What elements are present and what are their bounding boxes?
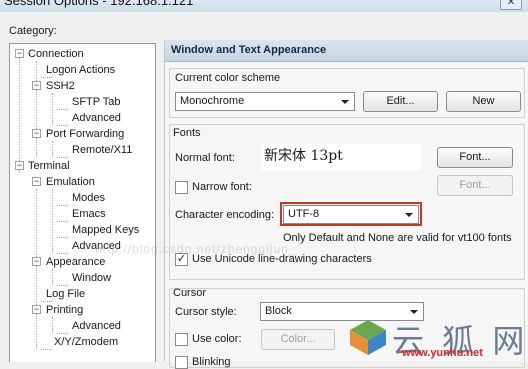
tree-item-remote-x11[interactable]: Remote/X11 (72, 143, 132, 157)
normal-font-sample: 新宋体 13pt (261, 144, 421, 170)
collapse-icon[interactable]: − (15, 49, 24, 58)
title-bar: Session Options - 192.168.1.121 ✕ (0, 0, 528, 12)
category-tree[interactable]: − Connection Logon Actions − SSH2 SFTP T… (9, 43, 156, 362)
tree-item-appearance[interactable]: Appearance (46, 255, 105, 269)
tree-line (57, 221, 68, 222)
use-color-checkbox[interactable] (175, 333, 188, 346)
color-button[interactable]: Color... (261, 329, 335, 350)
tree-item-port-forwarding[interactable]: Port Forwarding (46, 127, 124, 141)
tree-item-log-file[interactable]: Log File (46, 287, 85, 301)
tree-line (41, 301, 52, 302)
narrow-font-label: Narrow font: (192, 181, 252, 193)
encoding-select[interactable]: UTF-8 (283, 205, 419, 224)
tree-line (57, 205, 68, 206)
color-scheme-value: Monochrome (180, 95, 245, 107)
collapse-icon[interactable]: − (32, 177, 41, 186)
logo-url: www.yunhu.net (402, 347, 483, 359)
blinking-checkbox[interactable] (175, 356, 188, 369)
new-button[interactable]: New (446, 91, 521, 112)
tree-line (57, 157, 68, 158)
tree-line (52, 189, 53, 253)
tree-item-ssh2-advanced[interactable]: Advanced (72, 111, 121, 125)
collapse-icon[interactable]: − (32, 81, 41, 90)
cursor-label: Cursor (173, 287, 207, 299)
settings-panel: Window and Text Appearance Current color… (164, 40, 528, 369)
tree-item-logon-actions[interactable]: Logon Actions (46, 63, 115, 77)
tree-item-connection[interactable]: Connection (28, 47, 84, 61)
fonts-label: Fonts (173, 127, 201, 139)
tree-item-mapped-keys[interactable]: Mapped Keys (72, 223, 139, 237)
tree-line (19, 53, 20, 173)
use-color-label: Use color: (192, 333, 242, 345)
blinking-label: Blinking (192, 356, 231, 368)
tree-item-printing-advanced[interactable]: Advanced (72, 319, 121, 333)
edit-button[interactable]: Edit... (363, 91, 438, 112)
collapse-icon[interactable]: − (32, 129, 41, 138)
collapse-icon[interactable]: − (32, 305, 41, 314)
tree-line (41, 77, 52, 78)
tree-line (52, 317, 53, 333)
close-icon[interactable]: ✕ (500, 0, 522, 10)
cube-logo-icon (350, 320, 386, 355)
collapse-icon[interactable]: − (32, 257, 41, 266)
window-title: Session Options - 192.168.1.121 (4, 0, 194, 8)
collapse-icon[interactable]: − (15, 161, 24, 170)
cursor-style-value: Block (265, 305, 292, 317)
chevron-down-icon (405, 213, 413, 217)
narrow-font-button[interactable]: Font... (437, 175, 513, 196)
font-button[interactable]: Font... (437, 147, 513, 168)
tree-line (52, 141, 53, 157)
tree-line (36, 61, 37, 157)
panel-header: Window and Text Appearance (165, 40, 528, 62)
tree-line (52, 269, 53, 285)
tree-line (57, 333, 68, 334)
tree-line (57, 253, 68, 254)
tree-item-sftp-tab[interactable]: SFTP Tab (72, 95, 121, 109)
color-scheme-label: Current color scheme (175, 72, 281, 84)
tree-item-modes[interactable]: Modes (72, 191, 105, 205)
encoding-label: Character encoding: (175, 209, 275, 221)
chevron-down-icon (341, 100, 349, 104)
tree-item-xyzmodem[interactable]: X/Y/Zmodem (54, 335, 118, 349)
tree-item-emulation[interactable]: Emulation (46, 175, 95, 189)
chevron-down-icon (410, 310, 418, 314)
tree-item-window[interactable]: Window (72, 271, 111, 285)
tree-item-printing[interactable]: Printing (46, 303, 83, 317)
tree-line (41, 349, 52, 350)
tree-line (36, 189, 37, 349)
tree-item-ssh2[interactable]: SSH2 (46, 79, 75, 93)
narrow-font-checkbox[interactable] (175, 181, 188, 194)
tree-line (57, 237, 68, 238)
tree-line (57, 109, 68, 110)
encoding-value: UTF-8 (288, 208, 320, 220)
normal-font-label: Normal font: (175, 152, 235, 164)
category-label: Category: (9, 25, 57, 37)
tree-line (52, 93, 53, 125)
tree-line (57, 285, 68, 286)
color-scheme-select[interactable]: Monochrome (175, 92, 355, 111)
tree-item-terminal[interactable]: Terminal (28, 159, 70, 173)
encoding-note: Only Default and None are valid for vt10… (283, 232, 512, 244)
tree-item-emacs[interactable]: Emacs (72, 207, 106, 221)
cursor-style-label: Cursor style: (175, 306, 237, 318)
watermark: http://blog.csdn.net/zhengqijun_ (95, 242, 297, 256)
tree-line (57, 125, 68, 126)
